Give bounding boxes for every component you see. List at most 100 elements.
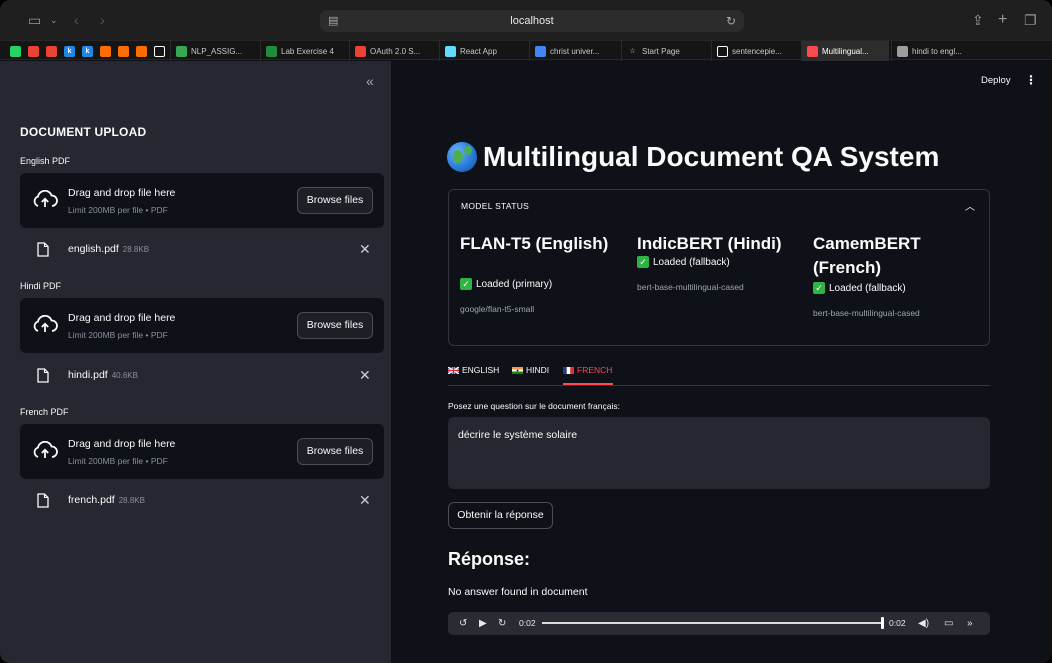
browser-tab[interactable]: NLP_ASSIG...	[170, 41, 258, 61]
remove-file-icon[interactable]: ✕	[359, 368, 371, 382]
cloud-upload-icon	[33, 190, 58, 207]
skip-back-icon[interactable]: ↺	[459, 612, 467, 635]
browser-tab-label: Multilingual...	[822, 46, 869, 56]
check-icon: ✓	[637, 256, 649, 268]
g-translate-icon	[897, 45, 908, 57]
reload-icon[interactable]: ↻	[726, 10, 736, 32]
browser-window: ▭ ⌄ ‹ › ▤ localhost ↻ ⇪ + ❐ k k NLP_ASSIG.…	[0, 0, 1052, 663]
file-size: 28.8KB	[122, 245, 150, 254]
tab-overview-icon[interactable]: ❐	[1024, 0, 1037, 40]
orange-app-icon	[136, 45, 147, 57]
browser-tab[interactable]: Multilingual...	[801, 41, 889, 61]
audio-progress-handle[interactable]	[881, 617, 884, 629]
browser-tab[interactable]	[98, 41, 114, 61]
model-status-expander[interactable]: MODEL STATUS ︿ FLAN-T5 (English) ✓ Loade…	[448, 189, 990, 346]
answer-title: Réponse:	[448, 549, 531, 569]
get-answer-button[interactable]: Obtenir la réponse	[448, 502, 553, 529]
model-card-hindi: IndicBERT (Hindi) ✓ Loaded (fallback) be…	[637, 232, 807, 292]
dropzone-english[interactable]: Drag and drop file here Limit 200MB per …	[20, 173, 384, 228]
model-status-text: Loaded (fallback)	[653, 256, 730, 268]
tab-label: ENGLISH	[462, 365, 500, 375]
more-controls-icon[interactable]: »	[967, 612, 973, 635]
browser-tab[interactable]: OAuth 2.0 S...	[349, 41, 437, 61]
collapse-sidebar-icon[interactable]: «	[366, 73, 374, 89]
page-title: Multilingual Document QA System	[447, 141, 939, 173]
browser-tab[interactable]: christ univer...	[529, 41, 619, 61]
file-icon	[37, 368, 49, 383]
upload-label-french: French PDF	[20, 407, 69, 417]
tab-english[interactable]: ENGLISH	[448, 365, 499, 375]
dropzone-text: Drag and drop file here	[68, 187, 176, 199]
audio-player: ↺ ▶ ↻ 0:02 0:02 ◀︎) ▭ »	[448, 612, 990, 635]
tab-strip: k k NLP_ASSIG... Lab Exercise 4 OAuth 2.0 S.…	[0, 40, 1052, 61]
new-tab-icon[interactable]: +	[998, 0, 1007, 40]
tab-hindi[interactable]: HINDI	[512, 365, 549, 375]
model-status-text: Loaded (fallback)	[829, 282, 906, 294]
audio-progress-track[interactable]	[542, 622, 884, 624]
window-edge	[1046, 61, 1052, 663]
browser-tab[interactable]: Lab Exercise 4	[260, 41, 347, 61]
browser-tab[interactable]	[152, 41, 168, 61]
notion-icon	[154, 45, 165, 57]
uploaded-file-english: english.pdf 28.8KB ✕	[20, 236, 384, 262]
airplay-icon[interactable]: ▭	[944, 612, 953, 635]
remove-file-icon[interactable]: ✕	[359, 242, 371, 256]
dropzone-text: Drag and drop file here	[68, 438, 176, 450]
browser-tab[interactable]: sentencepie...	[711, 41, 799, 61]
browser-toolbar: ▭ ⌄ ‹ › ▤ localhost ↻ ⇪ + ❐	[0, 0, 1052, 40]
dropzone-limit: Limit 200MB per file • PDF	[68, 456, 168, 466]
chevron-down-icon[interactable]: ⌄	[50, 0, 58, 40]
sidebar-toggle-icon[interactable]: ▭	[28, 0, 41, 40]
check-icon: ✓	[460, 278, 472, 290]
dropzone-french[interactable]: Drag and drop file here Limit 200MB per …	[20, 424, 384, 479]
google-icon	[355, 45, 366, 57]
question-textarea[interactable]: décrire le système solaire	[448, 417, 990, 489]
forward-icon[interactable]: ›	[100, 0, 105, 40]
remove-file-icon[interactable]: ✕	[359, 493, 371, 507]
browser-tab[interactable]	[134, 41, 150, 61]
model-id: bert-base-multilingual-cased	[637, 282, 744, 292]
back-icon[interactable]: ‹	[74, 0, 79, 40]
browser-tab[interactable]	[116, 41, 132, 61]
browser-tab[interactable]	[44, 41, 60, 61]
dropzone-text: Drag and drop file here	[68, 312, 176, 324]
play-icon[interactable]: ▶	[479, 612, 487, 635]
volume-icon[interactable]: ◀︎)	[918, 612, 929, 635]
browser-tab[interactable]: ☆ Start Page	[621, 41, 709, 61]
audio-current-time: 0:02	[519, 618, 536, 628]
tab-french[interactable]: FRENCH	[563, 365, 612, 375]
react-icon	[445, 45, 456, 57]
browser-tab[interactable]	[8, 41, 24, 61]
dropzone-hindi[interactable]: Drag and drop file here Limit 200MB per …	[20, 298, 384, 353]
address-bar[interactable]: ▤ localhost ↻	[320, 10, 744, 32]
model-status-text: Loaded (primary)	[476, 278, 553, 290]
browser-tab-label: React App	[460, 46, 497, 56]
google-icon	[46, 45, 57, 57]
skip-forward-icon[interactable]: ↻	[498, 612, 506, 635]
model-card-french: CamemBERT (French) ✓ Loaded (fallback) b…	[813, 232, 983, 318]
browser-tab[interactable]: k	[80, 41, 96, 61]
sidebar-title: DOCUMENT UPLOAD	[20, 125, 147, 139]
browser-tab[interactable]	[26, 41, 42, 61]
audio-duration: 0:02	[889, 618, 906, 628]
sidebar: « DOCUMENT UPLOAD English PDF Drag and d…	[0, 61, 391, 663]
browser-tab[interactable]: hindi to engl...	[891, 41, 985, 61]
model-status-label: MODEL STATUS	[461, 201, 530, 211]
uploaded-file-hindi: hindi.pdf 40.6KB ✕	[20, 362, 384, 388]
main-menu-icon[interactable]: ⋮	[1025, 73, 1037, 87]
browser-tab[interactable]: k	[62, 41, 78, 61]
deploy-button[interactable]: Deploy	[981, 75, 1011, 86]
file-name: english.pdf	[68, 243, 119, 255]
file-name: hindi.pdf	[68, 369, 108, 381]
check-icon: ✓	[813, 282, 825, 294]
star-icon: ☆	[629, 47, 636, 55]
model-id: google/flan-t5-small	[460, 304, 535, 314]
model-status: ✓ Loaded (fallback)	[637, 256, 807, 268]
globe-icon	[447, 142, 477, 172]
browse-files-button[interactable]: Browse files	[297, 312, 373, 339]
chevron-up-icon[interactable]: ︿	[965, 198, 975, 213]
browser-tab[interactable]: React App	[439, 41, 527, 61]
browse-files-button[interactable]: Browse files	[297, 187, 373, 214]
browse-files-button[interactable]: Browse files	[297, 438, 373, 465]
share-icon[interactable]: ⇪	[972, 0, 984, 40]
